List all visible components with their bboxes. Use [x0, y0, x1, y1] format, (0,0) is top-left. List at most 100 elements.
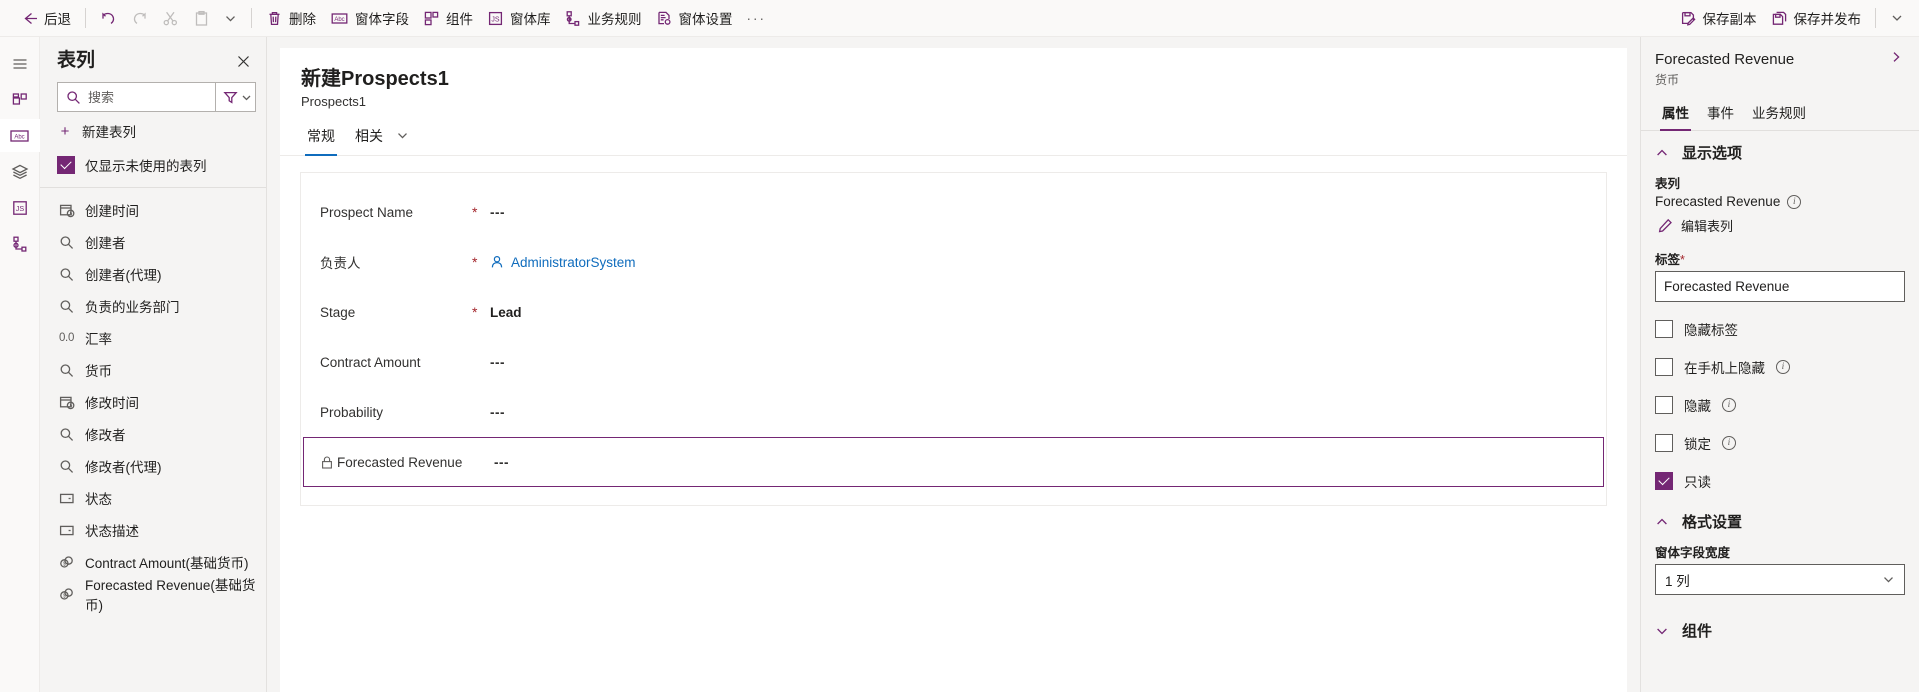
rail-item-layers[interactable]: [0, 155, 40, 188]
form-settings-button[interactable]: 窗体设置: [649, 3, 740, 33]
checkbox-hide-label[interactable]: 隐藏标签: [1641, 310, 1919, 348]
hide-on-phone-checkbox[interactable]: [1655, 358, 1673, 376]
undo-button[interactable]: [93, 3, 124, 33]
list-item[interactable]: 创建者(代理): [40, 258, 266, 290]
required-indicator: *: [472, 304, 478, 320]
checkbox-hidden[interactable]: 隐藏 i: [1641, 386, 1919, 424]
accordion-label: 格式设置: [1682, 514, 1743, 531]
accordion-display-options[interactable]: 显示选项: [1641, 131, 1919, 173]
checkbox-read-only[interactable]: 只读: [1641, 462, 1919, 500]
back-button[interactable]: 后退: [14, 3, 78, 33]
accordion-format-settings[interactable]: 格式设置: [1641, 500, 1919, 542]
components-button[interactable]: 组件: [416, 3, 480, 33]
list-item[interactable]: 修改时间: [40, 386, 266, 418]
tabs-overflow-button[interactable]: [395, 129, 413, 148]
currency-icon: $: [58, 555, 75, 570]
required-indicator: *: [472, 204, 478, 220]
workspace: Abc JS 表列 搜索 + 新建表列 仅显示未使用的表列 创建时间 创建者 创…: [0, 37, 1919, 692]
show-unused-checkbox[interactable]: [57, 156, 75, 174]
chevron-down-icon: [1882, 573, 1895, 586]
lookup-icon: [58, 363, 75, 378]
business-rules-icon: [565, 10, 582, 27]
javascript-icon: JS: [11, 199, 29, 217]
show-unused-columns-toggle[interactable]: 仅显示未使用的表列: [40, 150, 266, 188]
form-field-stage[interactable]: Stage * Lead: [303, 287, 1604, 337]
accordion-components[interactable]: 组件: [1641, 609, 1919, 651]
form-fields-button[interactable]: Abc 窗体字段: [323, 3, 416, 33]
rail-item-table-columns[interactable]: Abc: [0, 119, 40, 152]
hide-label-checkbox[interactable]: [1655, 320, 1673, 338]
save-and-publish-button[interactable]: 保存并发布: [1764, 3, 1869, 33]
rail-item-components[interactable]: [0, 83, 40, 116]
hidden-checkbox[interactable]: [1655, 396, 1673, 414]
tab-general[interactable]: 常规: [299, 122, 343, 156]
form-field-prospect-name[interactable]: Prospect Name * ---: [303, 187, 1604, 237]
table-columns-list[interactable]: 创建时间 创建者 创建者(代理) 负责的业务部门 0.0 汇率 货币 修改时间 …: [40, 188, 266, 692]
paste-icon: [193, 10, 210, 27]
search-icon: [66, 90, 81, 105]
redo-button[interactable]: [124, 3, 155, 33]
clipboard-overflow-button[interactable]: [217, 3, 244, 33]
checkbox-hide-on-phone[interactable]: 在手机上隐藏 i: [1641, 348, 1919, 386]
tab-related[interactable]: 相关: [347, 122, 391, 155]
list-item[interactable]: 创建者: [40, 226, 266, 258]
delete-button[interactable]: 删除: [259, 3, 323, 33]
expand-panel-button[interactable]: [1887, 50, 1905, 69]
list-item[interactable]: 创建时间: [40, 194, 266, 226]
search-box[interactable]: [57, 82, 216, 112]
more-commands-button[interactable]: ···: [740, 3, 774, 33]
edit-column-link[interactable]: 编辑表列: [1655, 209, 1905, 235]
rail-item-business-rules[interactable]: [0, 227, 40, 260]
rail-item-javascript[interactable]: JS: [0, 191, 40, 224]
save-copy-icon: [1680, 10, 1697, 27]
list-item[interactable]: 货币: [40, 354, 266, 386]
properties-subtitle: 货币: [1655, 73, 1680, 87]
svg-text:Abc: Abc: [14, 134, 24, 140]
form-libraries-button[interactable]: JS 窗体库: [480, 3, 558, 33]
cut-button[interactable]: [155, 3, 186, 33]
form-field-probability[interactable]: Probability ---: [303, 387, 1604, 437]
menu-toggle-button[interactable]: [0, 47, 40, 80]
tab-events[interactable]: 事件: [1698, 97, 1743, 130]
form-field-width-select[interactable]: 1 列: [1655, 564, 1905, 595]
save-copy-button[interactable]: 保存副本: [1673, 3, 1764, 33]
filter-button[interactable]: [216, 82, 256, 112]
properties-header: Forecasted Revenue: [1641, 37, 1919, 69]
list-item[interactable]: 修改者(代理): [40, 450, 266, 482]
list-item[interactable]: 状态: [40, 482, 266, 514]
label-input[interactable]: [1655, 271, 1905, 302]
column-field-value-row: Forecasted Revenue i: [1655, 194, 1905, 209]
form-libraries-label: 窗体库: [510, 12, 551, 27]
column-field: 表列 Forecasted Revenue i 编辑表列 标签*: [1641, 173, 1919, 302]
info-icon[interactable]: i: [1787, 194, 1802, 209]
tab-business-rules[interactable]: 业务规则: [1743, 97, 1815, 130]
tab-properties-label: 属性: [1662, 106, 1689, 121]
list-item[interactable]: 修改者: [40, 418, 266, 450]
properties-tabs: 属性 事件 业务规则: [1641, 88, 1919, 131]
table-columns-pane: 表列 搜索 + 新建表列 仅显示未使用的表列 创建时间 创建者 创建者(代理) …: [40, 37, 267, 692]
list-item[interactable]: 0.0 汇率: [40, 322, 266, 354]
form-field-forecasted-revenue[interactable]: Forecasted Revenue ---: [303, 437, 1604, 487]
save-copy-label: 保存副本: [1702, 12, 1757, 27]
save-options-button[interactable]: [1883, 3, 1911, 33]
form-field-contract-amount[interactable]: Contract Amount ---: [303, 337, 1604, 387]
list-item-label: 货币: [85, 364, 112, 379]
list-item[interactable]: 状态描述: [40, 514, 266, 546]
form-field-owner[interactable]: 负责人 * AdministratorSystem: [303, 237, 1604, 287]
list-item[interactable]: 负责的业务部门: [40, 290, 266, 322]
locked-checkbox[interactable]: [1655, 434, 1673, 452]
list-item[interactable]: $ Forecasted Revenue(基础货币): [40, 578, 266, 613]
tab-properties[interactable]: 属性: [1653, 97, 1698, 131]
filter-icon: [223, 90, 238, 105]
read-only-checkbox[interactable]: [1655, 472, 1673, 490]
info-icon[interactable]: i: [1722, 436, 1736, 450]
search-input[interactable]: [88, 89, 207, 105]
business-rules-button[interactable]: 业务规则: [558, 3, 649, 33]
new-column-button[interactable]: + 新建表列: [40, 112, 266, 150]
close-pane-button[interactable]: [230, 48, 256, 74]
paste-button[interactable]: [186, 3, 217, 33]
field-value: Lead: [490, 304, 522, 320]
info-icon[interactable]: i: [1722, 398, 1736, 412]
info-icon[interactable]: i: [1776, 360, 1790, 374]
checkbox-locked[interactable]: 锁定 i: [1641, 424, 1919, 462]
